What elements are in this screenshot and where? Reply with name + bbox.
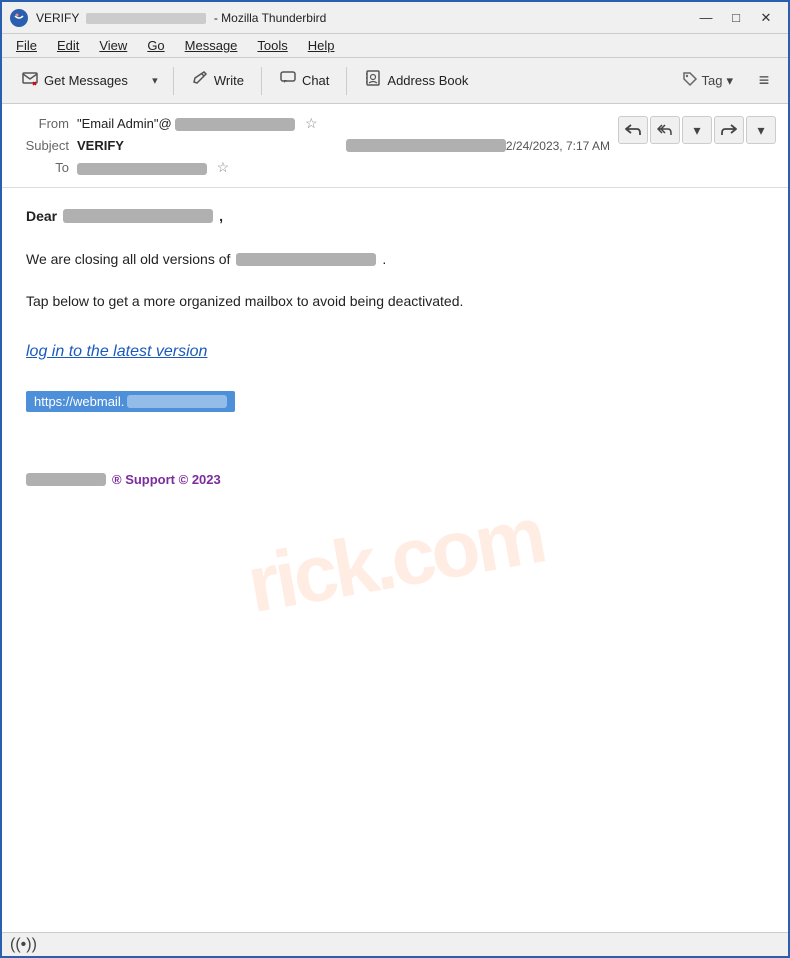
get-messages-icon	[21, 69, 39, 92]
address-book-label: Address Book	[387, 73, 468, 88]
subject-value: VERIFY	[77, 138, 340, 153]
window-controls: — □ ✕	[692, 8, 780, 28]
forward-button[interactable]	[714, 116, 744, 144]
paragraph-2: Tap below to get a more organized mailbo…	[26, 290, 764, 312]
app-icon	[10, 9, 28, 27]
menu-edit[interactable]: Edit	[49, 36, 87, 55]
write-icon	[191, 69, 209, 92]
title-verify-text: VERIFY	[36, 11, 79, 25]
comma-text: ,	[219, 208, 223, 224]
title-blurred	[86, 13, 206, 24]
maximize-button[interactable]: □	[722, 8, 750, 28]
menu-message[interactable]: Message	[177, 36, 246, 55]
tag-button[interactable]: Tag ▾	[671, 65, 745, 96]
reply-all-button[interactable]	[650, 116, 680, 144]
email-body: rick.com Dear , We are closing all old v…	[2, 188, 788, 932]
from-row: From "Email Admin"@ ☆	[14, 112, 610, 135]
email-meta: From "Email Admin"@ ☆ Subject VERIFY 2/2…	[14, 112, 610, 179]
subject-row: Subject VERIFY 2/24/2023, 7:17 AM	[14, 135, 610, 156]
close-button[interactable]: ✕	[752, 8, 780, 28]
to-label: To	[14, 160, 69, 175]
url-box[interactable]: https://webmail.	[26, 391, 235, 412]
main-window: VERIFY - Mozilla Thunderbird — □ ✕ File …	[0, 0, 790, 958]
get-messages-button[interactable]: Get Messages	[10, 63, 139, 98]
subject-container: Subject VERIFY	[14, 138, 506, 153]
login-link[interactable]: log in to the latest version	[26, 343, 764, 361]
reply-button[interactable]	[618, 116, 648, 144]
write-label: Write	[214, 73, 244, 88]
from-email-blurred	[175, 118, 295, 131]
write-button[interactable]: Write	[180, 63, 255, 98]
paragraph-1: We are closing all old versions of .	[26, 248, 764, 270]
email-header: From "Email Admin"@ ☆ Subject VERIFY 2/2…	[2, 104, 788, 188]
forward-dropdown[interactable]: ▾	[746, 116, 776, 144]
toolbar: Get Messages ▾ Write Chat	[2, 58, 788, 104]
toolbar-separator-2	[261, 67, 262, 95]
menu-view[interactable]: View	[91, 36, 135, 55]
paragraph-1-start: We are closing all old versions of	[26, 248, 230, 270]
email-date: 2/24/2023, 7:17 AM	[506, 139, 610, 153]
subject-blurred	[346, 139, 506, 152]
address-book-button[interactable]: Address Book	[353, 63, 479, 98]
to-star-icon[interactable]: ☆	[217, 159, 230, 175]
title-bar: VERIFY - Mozilla Thunderbird — □ ✕	[2, 2, 788, 34]
from-label: From	[14, 116, 69, 131]
to-email-blurred	[77, 163, 207, 175]
url-start-text: https://webmail.	[34, 394, 124, 409]
from-star-icon[interactable]: ☆	[305, 115, 318, 131]
url-blurred	[127, 395, 227, 408]
tag-label: Tag	[702, 73, 723, 88]
chat-icon	[279, 69, 297, 92]
reply-all-dropdown[interactable]: ▾	[682, 116, 712, 144]
hamburger-button[interactable]: ≡	[748, 65, 780, 97]
toolbar-separator-1	[173, 67, 174, 95]
get-messages-label: Get Messages	[44, 73, 128, 88]
subject-label: Subject	[14, 138, 69, 153]
dear-email-blurred	[63, 209, 213, 223]
company-name-blurred	[26, 473, 106, 486]
address-book-icon	[364, 69, 382, 92]
connection-icon: ((•))	[10, 936, 37, 954]
toolbar-separator-3	[346, 67, 347, 95]
to-row: To ☆	[14, 156, 610, 179]
get-messages-dropdown[interactable]: ▾	[143, 67, 167, 95]
menu-bar: File Edit View Go Message Tools Help	[2, 34, 788, 58]
dear-text: Dear	[26, 208, 57, 224]
paragraph-1-blurred	[236, 253, 376, 266]
email-action-buttons: ▾ ▾	[618, 116, 776, 144]
support-line: ® Support © 2023	[26, 472, 764, 487]
url-container: https://webmail.	[26, 391, 764, 442]
tag-icon	[682, 71, 698, 90]
email-content: Dear , We are closing all old versions o…	[26, 208, 764, 487]
watermark: rick.com	[241, 489, 550, 631]
support-text: ® Support © 2023	[112, 472, 221, 487]
title-text: VERIFY - Mozilla Thunderbird	[36, 11, 692, 25]
title-suffix-text: - Mozilla Thunderbird	[214, 11, 327, 25]
from-value: "Email Admin"@ ☆	[77, 115, 610, 132]
menu-tools[interactable]: Tools	[249, 36, 295, 55]
tag-dropdown-icon: ▾	[726, 73, 733, 89]
dear-line: Dear ,	[26, 208, 764, 224]
paragraph-1-end: .	[382, 248, 386, 270]
chat-button[interactable]: Chat	[268, 63, 340, 98]
status-bar: ((•))	[2, 932, 788, 956]
menu-file[interactable]: File	[8, 36, 45, 55]
to-value: ☆	[77, 159, 610, 176]
from-name-text: "Email Admin"@	[77, 116, 172, 131]
menu-go[interactable]: Go	[139, 36, 172, 55]
minimize-button[interactable]: —	[692, 8, 720, 28]
chat-label: Chat	[302, 73, 329, 88]
menu-help[interactable]: Help	[300, 36, 343, 55]
